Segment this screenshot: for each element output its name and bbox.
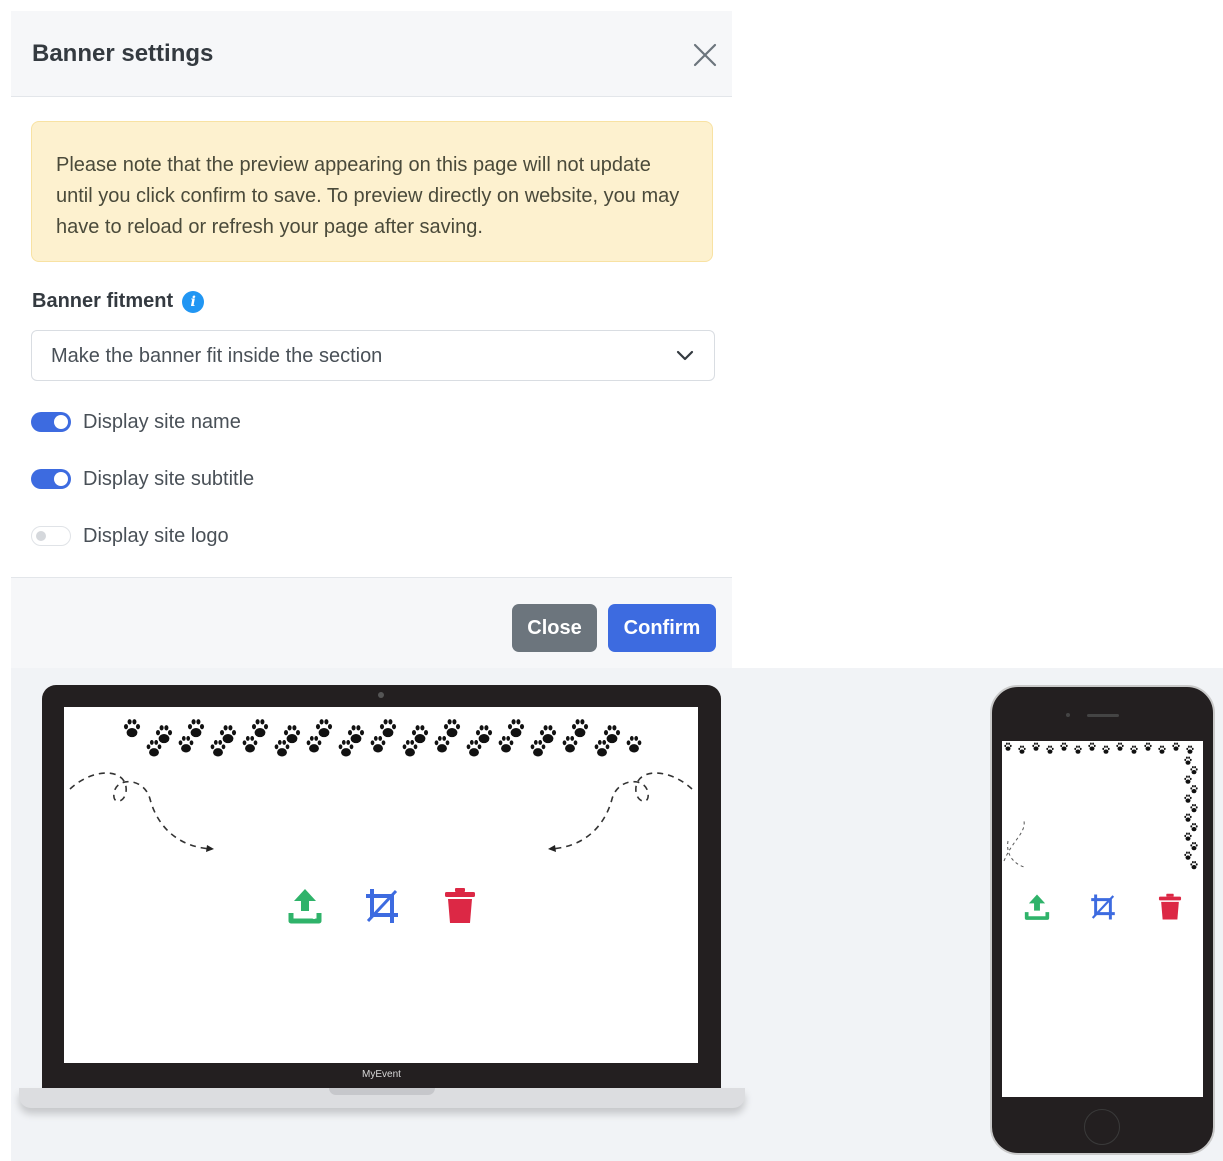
banner-fitment-label-text: Banner fitment (32, 290, 174, 312)
display-site-subtitle-label: Display site subtitle (83, 467, 255, 490)
banner-fitment-selected-value: Make the banner fit inside the section (51, 345, 383, 367)
laptop-frame: MyEvent (42, 685, 721, 1090)
banner-preview-area: MyEvent (11, 668, 1223, 1161)
modal-header: Banner settings (11, 11, 732, 97)
chevron-down-icon (676, 350, 694, 361)
display-site-subtitle-switch[interactable] (31, 469, 71, 489)
modal-footer: Close Confirm (11, 577, 732, 669)
phone-home-button (1084, 1109, 1120, 1145)
phone-speaker (1087, 714, 1119, 717)
phone-trash-icon[interactable] (1158, 893, 1182, 921)
phone-display (1002, 741, 1203, 1097)
phone-upload-icon[interactable] (1024, 893, 1050, 921)
banner-fitment-select[interactable]: Make the banner fit inside the section (31, 330, 715, 381)
laptop-caption: MyEvent (362, 1069, 401, 1080)
upload-icon[interactable] (288, 887, 322, 925)
laptop-banner-image (69, 719, 693, 852)
laptop-camera (378, 692, 384, 698)
phone-frame (990, 685, 1215, 1155)
confirm-button[interactable]: Confirm (608, 604, 716, 652)
phone-camera (1066, 713, 1070, 717)
display-site-name-label: Display site name (83, 410, 241, 433)
toggle-row-site-logo: Display site logo (31, 522, 229, 550)
close-button[interactable]: Close (512, 604, 597, 652)
banner-settings-modal: Banner settings Please note that the pre… (11, 11, 732, 669)
preview-notice: Please note that the preview appearing o… (31, 121, 713, 262)
info-icon[interactable]: i (182, 290, 205, 313)
phone-crop-icon[interactable] (1089, 893, 1117, 921)
modal-title: Banner settings (32, 40, 214, 67)
trash-icon[interactable] (444, 887, 476, 925)
laptop-base (19, 1088, 745, 1108)
toggle-row-site-subtitle: Display site subtitle (31, 465, 254, 493)
crop-icon[interactable] (364, 887, 400, 925)
laptop-display (64, 707, 698, 1063)
close-icon[interactable] (691, 41, 719, 69)
display-site-logo-switch[interactable] (31, 526, 71, 546)
toggle-row-site-name: Display site name (31, 408, 241, 436)
banner-fitment-label: Banner fitment i (32, 290, 205, 313)
display-site-name-switch[interactable] (31, 412, 71, 432)
display-site-logo-label: Display site logo (83, 524, 229, 547)
laptop-notch (329, 1088, 435, 1095)
